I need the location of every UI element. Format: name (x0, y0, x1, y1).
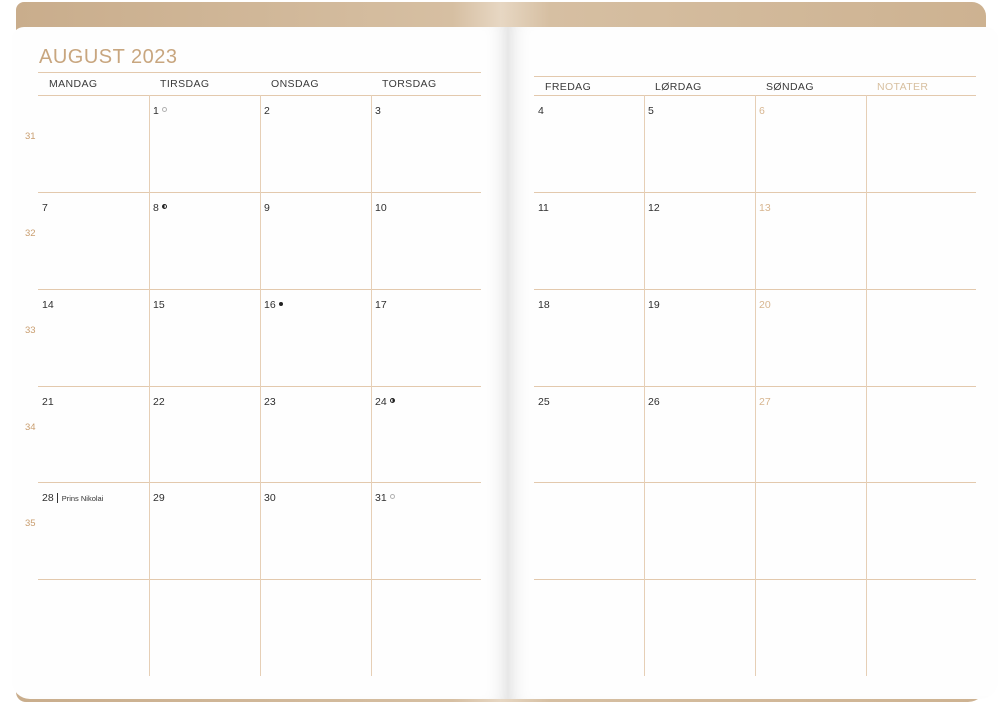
day-number: 31 (375, 492, 387, 504)
day-divider (866, 95, 867, 676)
day-number: 3 (375, 105, 381, 117)
day-header: ONSDAG (271, 78, 319, 90)
day-number: 7 (42, 202, 48, 214)
day-number: 9 (264, 202, 270, 214)
day-cell-9[interactable]: 9 (264, 202, 270, 214)
day-number: 17 (375, 299, 387, 311)
day-divider (755, 95, 756, 676)
day-number: 25 (538, 396, 550, 408)
day-cell-26[interactable]: 26 (648, 396, 660, 408)
day-cell-23[interactable]: 23 (264, 396, 276, 408)
moon-phase-full-icon (389, 494, 395, 499)
day-cell-5[interactable]: 5 (648, 105, 654, 117)
day-cell-14[interactable]: 14 (42, 299, 54, 311)
week-number: 31 (25, 131, 36, 142)
day-cell-16[interactable]: 16 (264, 299, 283, 311)
day-number: 11 (538, 202, 549, 214)
day-number: 2 (264, 105, 270, 117)
moon-phase-full-icon (161, 107, 167, 112)
day-number: 14 (42, 299, 54, 311)
week-number: 33 (25, 325, 36, 336)
day-number: 20 (759, 299, 771, 311)
month-title: AUGUST 2023 (39, 46, 178, 68)
day-cell-19[interactable]: 19 (648, 299, 660, 311)
day-number: 5 (648, 105, 654, 117)
day-number: 1 (153, 105, 159, 117)
day-number: 19 (648, 299, 660, 311)
day-number: 22 (153, 396, 165, 408)
moon-phase-first-icon (389, 398, 395, 403)
day-number: 30 (264, 492, 276, 504)
day-cell-24[interactable]: 24 (375, 396, 395, 408)
right-page (508, 27, 998, 699)
day-cell-6[interactable]: 6 (759, 105, 765, 117)
day-number: 13 (759, 202, 771, 214)
day-number: 21 (42, 396, 54, 408)
header-top-rule (38, 72, 481, 73)
day-cell-1[interactable]: 1 (153, 105, 167, 117)
week-number: 35 (25, 518, 36, 529)
day-cell-22[interactable]: 22 (153, 396, 165, 408)
notes-header: NOTATER (877, 81, 929, 93)
day-number: 18 (538, 299, 550, 311)
moon-phase-last-icon (161, 204, 167, 209)
day-divider (371, 95, 372, 676)
day-number: 4 (538, 105, 544, 117)
day-number: 12 (648, 202, 660, 214)
moon-phase-new-icon (278, 302, 283, 306)
day-cell-12[interactable]: 12 (648, 202, 660, 214)
day-number: 29 (153, 492, 165, 504)
day-header: TIRSDAG (160, 78, 210, 90)
day-cell-20[interactable]: 20 (759, 299, 771, 311)
day-divider (260, 95, 261, 676)
day-cell-8[interactable]: 8 (153, 202, 167, 214)
day-number: 15 (153, 299, 165, 311)
day-cell-7[interactable]: 7 (42, 202, 48, 214)
day-cell-28[interactable]: 28 Prins Nikolai (42, 492, 103, 504)
day-cell-10[interactable]: 10 (375, 202, 387, 214)
day-header: MANDAG (49, 78, 98, 90)
day-cell-31[interactable]: 31 (375, 492, 395, 504)
day-number: 26 (648, 396, 660, 408)
day-cell-2[interactable]: 2 (264, 105, 270, 117)
header-top-rule (534, 76, 976, 77)
day-cell-17[interactable]: 17 (375, 299, 387, 311)
day-number: 6 (759, 105, 765, 117)
day-number: 23 (264, 396, 276, 408)
day-cell-27[interactable]: 27 (759, 396, 771, 408)
day-cell-29[interactable]: 29 (153, 492, 165, 504)
holiday-label: Prins Nikolai (57, 494, 104, 503)
day-number: 10 (375, 202, 387, 214)
week-number: 32 (25, 228, 36, 239)
day-header: SØNDAG (766, 81, 814, 93)
day-number: 8 (153, 202, 159, 214)
day-divider (149, 95, 150, 676)
day-cell-15[interactable]: 15 (153, 299, 165, 311)
day-cell-13[interactable]: 13 (759, 202, 771, 214)
day-number: 27 (759, 396, 771, 408)
day-cell-30[interactable]: 30 (264, 492, 276, 504)
day-cell-4[interactable]: 4 (538, 105, 544, 117)
day-divider (644, 95, 645, 676)
day-number: 28 (42, 492, 54, 504)
day-header: FREDAG (545, 81, 592, 93)
day-cell-18[interactable]: 18 (538, 299, 550, 311)
day-cell-25[interactable]: 25 (538, 396, 550, 408)
day-number: 24 (375, 396, 387, 408)
day-cell-11[interactable]: 11 (538, 202, 549, 214)
day-header: LØRDAG (655, 81, 702, 93)
day-number: 16 (264, 299, 276, 311)
day-header: TORSDAG (382, 78, 437, 90)
day-cell-21[interactable]: 21 (42, 396, 54, 408)
day-cell-3[interactable]: 3 (375, 105, 381, 117)
week-number: 34 (25, 422, 36, 433)
